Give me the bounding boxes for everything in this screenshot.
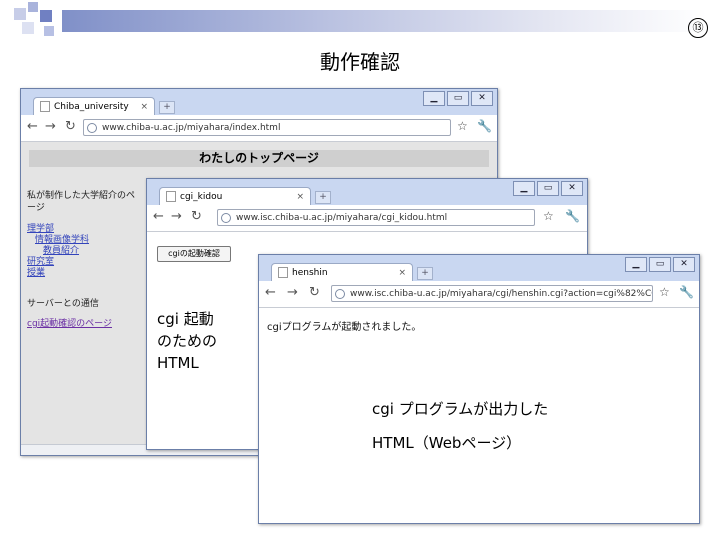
reload-icon[interactable]: ↻ — [309, 285, 320, 300]
forward-icon[interactable]: → — [171, 209, 182, 224]
url-text: www.isc.chiba-u.ac.jp/miyahara/cgi/hensh… — [350, 289, 653, 299]
intro-text: 私が制作した大学紹介のページ — [27, 191, 136, 213]
title-bar: Chiba_university × + ▁ ▭ ✕ — [21, 89, 497, 115]
maximize-icon[interactable]: ▭ — [649, 257, 671, 272]
cgi-launch-html-label: cgi 起動 のための HTML — [157, 308, 217, 374]
list-item[interactable]: 授業 — [27, 268, 141, 279]
minimize-icon[interactable]: ▁ — [423, 91, 445, 106]
toolbar: ← → ↻ www.isc.chiba-u.ac.jp/miyahara/cgi… — [147, 205, 587, 232]
wrench-icon[interactable]: 🔧 — [477, 119, 492, 133]
server-section-heading: サーバーとの通信 — [27, 299, 99, 309]
cgi-output-html-label: cgi プログラムが出力した HTML（Webページ） — [372, 392, 548, 460]
list-item[interactable]: 理学部 — [27, 224, 141, 235]
maximize-icon[interactable]: ▭ — [537, 181, 559, 196]
browser-window-henshin: henshin × + ▁ ▭ ✕ ← → ↻ www.isc.chiba-u.… — [258, 254, 700, 524]
callout-line: HTML — [157, 354, 199, 372]
link-list: 理学部 情報画像学科 教員紹介 研究室 授業 — [27, 224, 141, 279]
decor-square-1 — [14, 8, 26, 20]
title-bar: henshin × + ▁ ▭ ✕ — [259, 255, 699, 281]
callout-line: cgi 起動 — [157, 310, 214, 328]
tab-cgi-kidou[interactable]: cgi_kidou × — [159, 187, 311, 205]
title-bar: cgi_kidou × + ▁ ▭ ✕ — [147, 179, 587, 205]
page-icon — [166, 191, 176, 202]
list-item[interactable]: 教員紹介 — [27, 246, 141, 257]
minimize-icon[interactable]: ▁ — [625, 257, 647, 272]
tab-top-page[interactable]: Chiba_university × — [33, 97, 155, 115]
wrench-icon[interactable]: 🔧 — [679, 285, 694, 299]
globe-icon — [221, 213, 231, 223]
minimize-icon[interactable]: ▁ — [513, 181, 535, 196]
url-text: www.chiba-u.ac.jp/miyahara/index.html — [102, 123, 281, 133]
decor-square-3 — [40, 10, 52, 22]
forward-icon[interactable]: → — [45, 119, 56, 134]
callout-line: HTML（Webページ） — [372, 434, 522, 452]
close-window-icon[interactable]: ✕ — [561, 181, 583, 196]
toolbar: ← → ↻ www.chiba-u.ac.jp/miyahara/index.h… — [21, 115, 497, 142]
callout-line: のための — [157, 332, 218, 350]
toolbar: ← → ↻ www.isc.chiba-u.ac.jp/miyahara/cgi… — [259, 281, 699, 308]
cgi-message: cgiプログラムが起動されました。 — [267, 322, 422, 333]
bookmark-star-icon[interactable]: ☆ — [659, 285, 670, 299]
list-item[interactable]: 情報画像学科 — [27, 235, 141, 246]
url-text: www.isc.chiba-u.ac.jp/miyahara/cgi_kidou… — [236, 213, 448, 223]
close-window-icon[interactable]: ✕ — [471, 91, 493, 106]
address-bar[interactable]: www.isc.chiba-u.ac.jp/miyahara/cgi_kidou… — [217, 209, 535, 226]
new-tab-button[interactable]: + — [417, 267, 433, 280]
page-heading: わたしのトップページ — [29, 150, 489, 167]
reload-icon[interactable]: ↻ — [191, 209, 202, 224]
list-item[interactable]: 研究室 — [27, 257, 141, 268]
tab-title: cgi_kidou — [180, 192, 223, 202]
slide-number: ⑬ — [688, 18, 708, 38]
new-tab-button[interactable]: + — [159, 101, 175, 114]
forward-icon[interactable]: → — [287, 285, 298, 300]
close-tab-icon[interactable]: × — [398, 264, 406, 282]
slide-header-bar — [62, 10, 707, 32]
page-icon — [278, 267, 288, 278]
back-icon[interactable]: ← — [27, 119, 38, 134]
callout-line: cgi プログラムが出力した — [372, 400, 549, 418]
decor-square-5 — [44, 26, 54, 36]
address-bar[interactable]: www.isc.chiba-u.ac.jp/miyahara/cgi/hensh… — [331, 285, 653, 302]
decor-square-4 — [22, 22, 34, 34]
maximize-icon[interactable]: ▭ — [447, 91, 469, 106]
wrench-icon[interactable]: 🔧 — [565, 209, 580, 223]
tab-title: Chiba_university — [54, 102, 129, 112]
page-icon — [40, 101, 50, 112]
new-tab-button[interactable]: + — [315, 191, 331, 204]
slide-title: 動作確認 — [320, 50, 400, 74]
tab-henshin[interactable]: henshin × — [271, 263, 413, 281]
address-bar[interactable]: www.chiba-u.ac.jp/miyahara/index.html — [83, 119, 451, 136]
bookmark-star-icon[interactable]: ☆ — [543, 209, 554, 223]
globe-icon — [335, 289, 345, 299]
back-icon[interactable]: ← — [265, 285, 276, 300]
close-tab-icon[interactable]: × — [140, 98, 148, 116]
cgi-check-link[interactable]: cgi起動確認のページ — [27, 316, 112, 329]
tab-title: henshin — [292, 268, 328, 278]
cgi-launch-button[interactable]: cgiの起動確認 — [157, 246, 231, 262]
back-icon[interactable]: ← — [153, 209, 164, 224]
bookmark-star-icon[interactable]: ☆ — [457, 119, 468, 133]
close-tab-icon[interactable]: × — [296, 188, 304, 206]
reload-icon[interactable]: ↻ — [65, 119, 76, 134]
globe-icon — [87, 123, 97, 133]
close-window-icon[interactable]: ✕ — [673, 257, 695, 272]
decor-square-2 — [28, 2, 38, 12]
